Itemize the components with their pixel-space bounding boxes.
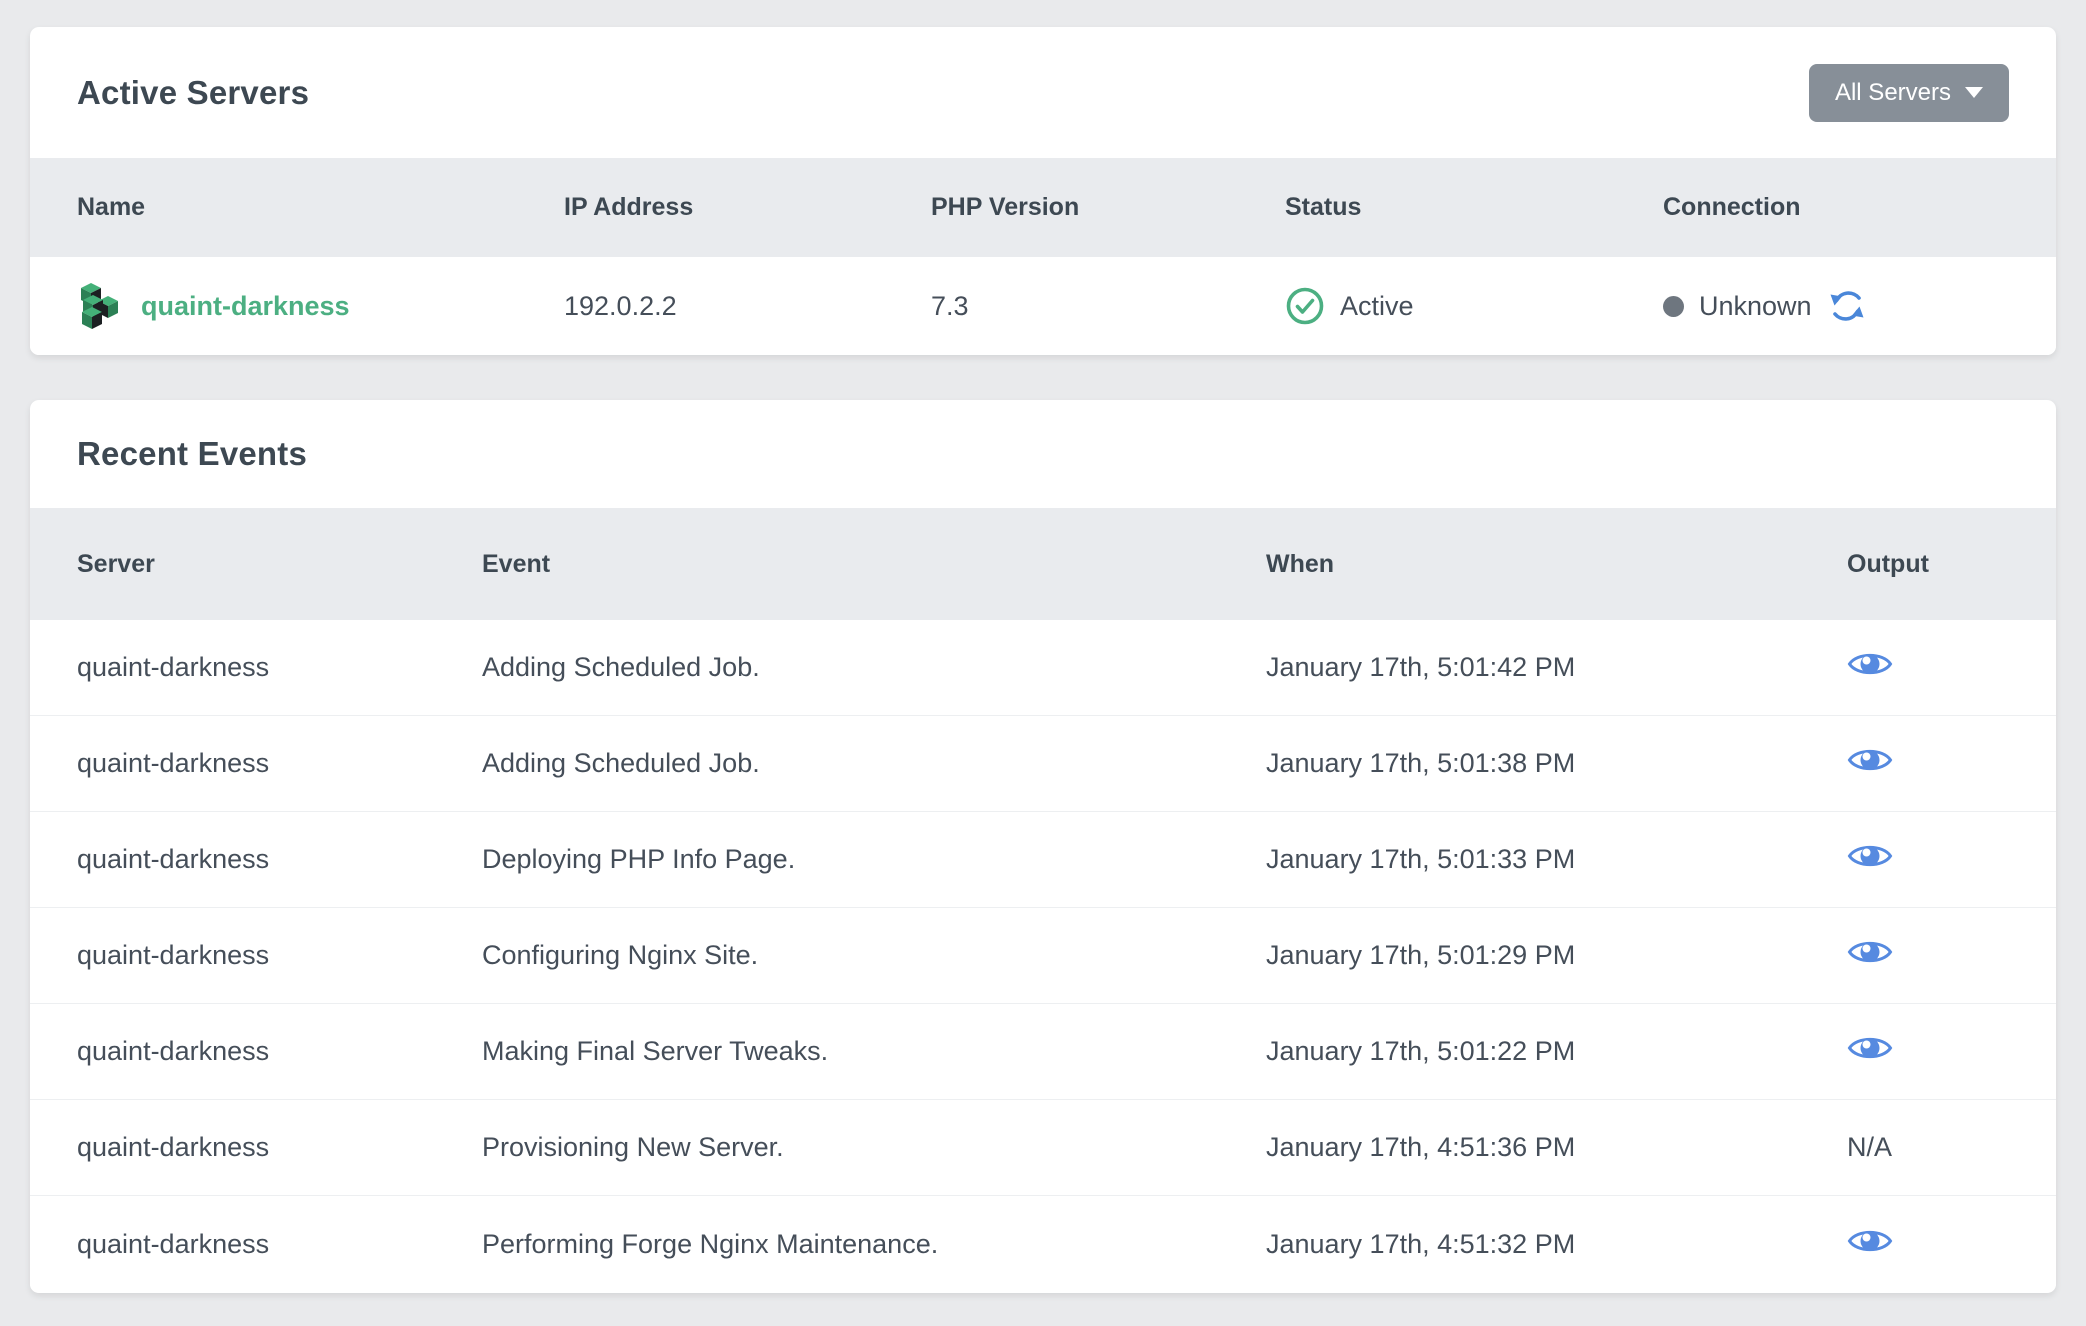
- col-header-status: Status: [1285, 193, 1663, 222]
- event-name-cell: Adding Scheduled Job.: [482, 652, 1266, 683]
- event-name-cell: Configuring Nginx Site.: [482, 940, 1266, 971]
- server-connection-label: Unknown: [1699, 291, 1812, 322]
- col-header-output: Output: [1847, 550, 2009, 579]
- event-when-cell: January 17th, 5:01:38 PM: [1266, 748, 1847, 779]
- refresh-icon[interactable]: [1828, 287, 1866, 325]
- event-table-row: quaint-darkness Adding Scheduled Job. Ja…: [30, 716, 2056, 812]
- event-when-cell: January 17th, 5:01:33 PM: [1266, 844, 1847, 875]
- server-connection-cell: Unknown: [1663, 287, 2009, 325]
- event-when-cell: January 17th, 4:51:32 PM: [1266, 1229, 1847, 1260]
- event-name-cell: Adding Scheduled Job.: [482, 748, 1266, 779]
- event-when-cell: January 17th, 4:51:36 PM: [1266, 1132, 1847, 1163]
- active-servers-header: Active Servers All Servers: [30, 27, 2056, 158]
- check-circle-icon: [1285, 286, 1325, 326]
- server-ip-cell: 192.0.2.2: [564, 291, 931, 322]
- eye-icon: [1847, 936, 1893, 968]
- server-php-cell: 7.3: [931, 291, 1285, 322]
- col-header-when: When: [1266, 550, 1847, 579]
- event-table-row: quaint-darkness Adding Scheduled Job. Ja…: [30, 620, 2056, 716]
- server-cubes-icon: [77, 282, 119, 330]
- view-output-button[interactable]: [1847, 936, 1893, 968]
- event-when-cell: January 17th, 5:01:22 PM: [1266, 1036, 1847, 1067]
- recent-events-card: Recent Events Server Event When Output q…: [30, 400, 2056, 1293]
- event-output-cell: [1847, 744, 2009, 783]
- all-servers-filter-button[interactable]: All Servers: [1809, 64, 2009, 122]
- event-table-row: quaint-darkness Provisioning New Server.…: [30, 1100, 2056, 1196]
- events-table-header: Server Event When Output: [30, 508, 2056, 620]
- eye-icon: [1847, 744, 1893, 776]
- event-output-cell: [1847, 1225, 2009, 1264]
- event-server-cell: quaint-darkness: [77, 1132, 482, 1163]
- event-server-cell: quaint-darkness: [77, 652, 482, 683]
- event-server-cell: quaint-darkness: [77, 844, 482, 875]
- server-table-row: quaint-darkness 192.0.2.2 7.3 Active Unk…: [30, 257, 2056, 355]
- event-name-cell: Making Final Server Tweaks.: [482, 1036, 1266, 1067]
- event-when-cell: January 17th, 5:01:42 PM: [1266, 652, 1847, 683]
- event-table-row: quaint-darkness Configuring Nginx Site. …: [30, 908, 2056, 1004]
- view-output-button[interactable]: [1847, 1225, 1893, 1257]
- event-name-cell: Performing Forge Nginx Maintenance.: [482, 1229, 1266, 1260]
- event-table-row: quaint-darkness Deploying PHP Info Page.…: [30, 812, 2056, 908]
- server-name-cell: quaint-darkness: [77, 282, 564, 330]
- server-status-label: Active: [1340, 291, 1414, 322]
- event-table-row: quaint-darkness Performing Forge Nginx M…: [30, 1196, 2056, 1292]
- event-table-row: quaint-darkness Making Final Server Twea…: [30, 1004, 2056, 1100]
- eye-icon: [1847, 1032, 1893, 1064]
- col-header-server: Server: [77, 550, 482, 579]
- event-output-cell: N/A: [1847, 1132, 2009, 1163]
- col-header-connection: Connection: [1663, 193, 2009, 222]
- server-name-link[interactable]: quaint-darkness: [141, 291, 350, 322]
- event-server-cell: quaint-darkness: [77, 940, 482, 971]
- event-server-cell: quaint-darkness: [77, 1036, 482, 1067]
- active-servers-title: Active Servers: [77, 74, 309, 112]
- view-output-button[interactable]: [1847, 744, 1893, 776]
- event-output-cell: [1847, 936, 2009, 975]
- event-server-cell: quaint-darkness: [77, 748, 482, 779]
- server-status-cell: Active: [1285, 286, 1663, 326]
- event-when-cell: January 17th, 5:01:29 PM: [1266, 940, 1847, 971]
- col-header-ip: IP Address: [564, 193, 931, 222]
- event-output-cell: [1847, 840, 2009, 879]
- recent-events-header: Recent Events: [30, 400, 2056, 508]
- caret-down-icon: [1965, 87, 1983, 98]
- active-servers-card: Active Servers All Servers Name IP Addre…: [30, 27, 2056, 355]
- col-header-php: PHP Version: [931, 193, 1285, 222]
- view-output-button[interactable]: [1847, 1032, 1893, 1064]
- event-name-cell: Provisioning New Server.: [482, 1132, 1266, 1163]
- eye-icon: [1847, 648, 1893, 680]
- event-output-cell: [1847, 1032, 2009, 1071]
- recent-events-title: Recent Events: [77, 435, 307, 473]
- eye-icon: [1847, 1225, 1893, 1257]
- servers-table-header: Name IP Address PHP Version Status Conne…: [30, 158, 2056, 257]
- event-server-cell: quaint-darkness: [77, 1229, 482, 1260]
- col-header-name: Name: [77, 193, 564, 222]
- event-output-cell: [1847, 648, 2009, 687]
- event-name-cell: Deploying PHP Info Page.: [482, 844, 1266, 875]
- eye-icon: [1847, 840, 1893, 872]
- view-output-button[interactable]: [1847, 840, 1893, 872]
- col-header-event: Event: [482, 550, 1266, 579]
- view-output-button[interactable]: [1847, 648, 1893, 680]
- gray-dot-icon: [1663, 296, 1684, 317]
- all-servers-button-label: All Servers: [1835, 79, 1951, 107]
- output-na-label: N/A: [1847, 1132, 1892, 1162]
